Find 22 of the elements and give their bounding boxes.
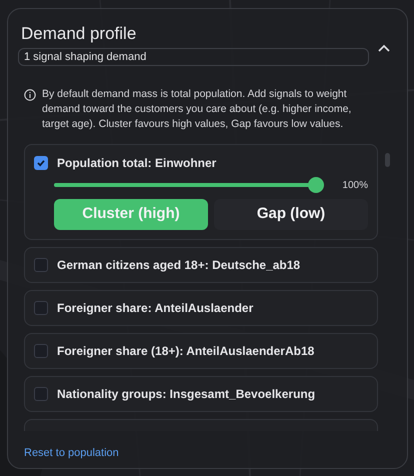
mode-button[interactable]: Gap (low) <box>214 199 368 230</box>
checkmark-icon <box>36 158 46 168</box>
info-text: By default demand mass is total population. Add signals to weight demand toward the customers you care about (e.g. higher income, target age). Cluster favours high values, Gap favours low values. <box>42 87 352 132</box>
slider[interactable] <box>54 177 324 193</box>
signal-label: Foreigner share (18+): AnteilAuslaenderAb18 <box>57 343 314 360</box>
slider-thumb[interactable] <box>308 177 324 193</box>
collapse-toggle[interactable] <box>377 43 391 53</box>
slider-value: 100% <box>342 178 368 192</box>
checkbox[interactable] <box>34 258 48 272</box>
checkbox[interactable] <box>34 387 48 401</box>
signal-label: Population total: Einwohner <box>57 155 216 172</box>
checkbox[interactable] <box>34 301 48 315</box>
checkbox[interactable] <box>34 156 48 170</box>
scrollbar-thumb[interactable] <box>385 153 390 167</box>
panel-title: Demand profile <box>20 23 138 45</box>
summary-field: 1 signal shaping demand <box>18 48 369 66</box>
checkbox[interactable] <box>34 344 48 358</box>
signal-label: Foreigner share: AnteilAuslaender <box>57 300 254 317</box>
reset-link[interactable]: Reset to population <box>24 445 119 462</box>
signal-label: German citizens aged 18+: Deutsche_ab18 <box>57 257 300 274</box>
info-icon <box>24 89 36 101</box>
signal-label: Nationality groups: Insgesamt_Bevoelkerung <box>57 386 316 403</box>
